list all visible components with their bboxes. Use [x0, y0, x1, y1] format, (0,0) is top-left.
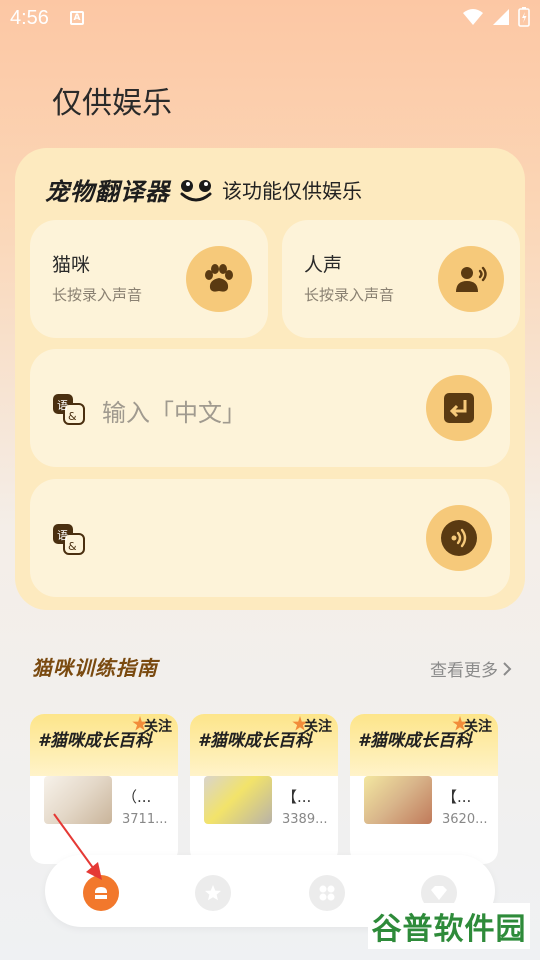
guide-card-header: #猫咪成长百科 关注 — [190, 714, 338, 776]
watermark-text: 谷普软件园 — [371, 912, 527, 947]
cat-record-card[interactable]: 猫咪 长按录入声音 — [30, 220, 268, 338]
video-title: 【... — [442, 788, 472, 806]
svg-text:语: 语 — [57, 529, 68, 542]
guide-card-tag: #猫咪成长百科 — [198, 731, 312, 751]
cat-subtitle: 长按录入声音 — [52, 286, 143, 304]
translator-card: 宠物翻译器 该功能仅供娱乐 猫咪 长按录入声音 人声 长按录入声音 语 & 输入… — [15, 148, 525, 610]
nav-apps[interactable] — [309, 875, 345, 911]
translate-icon: 语 & — [53, 394, 85, 425]
nav-favorites[interactable] — [195, 875, 231, 911]
signal-icon — [493, 9, 509, 25]
speaker-icon — [441, 520, 477, 556]
video-title: （... — [122, 788, 152, 806]
text-input[interactable]: 输入「中文」 — [102, 393, 246, 428]
guide-card-header: #猫咪成长百科 关注 — [350, 714, 498, 776]
status-icons — [462, 7, 530, 27]
video-count: 3620... — [442, 812, 488, 827]
wifi-icon — [463, 9, 483, 25]
battery-icon — [518, 7, 530, 27]
star-icon — [205, 885, 221, 901]
diamond-icon — [431, 886, 447, 900]
cat-record-button[interactable] — [186, 246, 252, 312]
human-subtitle: 长按录入声音 — [304, 286, 395, 304]
video-title: 【... — [282, 788, 312, 806]
guide-card[interactable]: #猫咪成长百科 关注 【... 3389... — [190, 714, 338, 864]
cat-title: 猫咪 — [52, 254, 91, 276]
video-thumbnail — [204, 776, 272, 824]
paw-icon — [205, 264, 233, 292]
page-title: 仅供娱乐 — [52, 87, 172, 120]
enter-button[interactable] — [426, 375, 492, 441]
follow-label: 关注 — [304, 719, 332, 735]
translator-header: 宠物翻译器 该功能仅供娱乐 — [45, 172, 362, 207]
output-row: 语 & — [30, 479, 510, 597]
smile-face-icon — [180, 179, 212, 201]
status-bar: 4:56 A — [0, 0, 540, 36]
annotation-arrow — [53, 813, 102, 880]
follow-label: 关注 — [464, 719, 492, 735]
entertainment-note: 该功能仅供娱乐 — [222, 179, 362, 203]
status-time: 4:56 — [10, 7, 49, 29]
notification-a-icon: A — [70, 11, 84, 25]
translate-output-icon: 语 & — [53, 524, 85, 555]
text-input-row[interactable]: 语 & 输入「中文」 — [30, 349, 510, 467]
enter-icon — [444, 393, 474, 423]
svg-text:&: & — [68, 540, 77, 553]
svg-text:&: & — [68, 410, 77, 423]
view-more-label: 查看更多 — [430, 661, 498, 681]
guide-card-header: #猫咪成长百科 关注 — [30, 714, 178, 776]
home-icon — [95, 887, 107, 899]
play-button[interactable] — [426, 505, 492, 571]
chevron-right-icon — [503, 661, 512, 676]
follow-label: 关注 — [144, 719, 172, 735]
video-count: 3389... — [282, 812, 328, 827]
svg-text:语: 语 — [57, 399, 68, 412]
person-voice-icon — [456, 266, 487, 292]
human-title: 人声 — [304, 254, 343, 276]
guide-card[interactable]: #猫咪成长百科 关注 【... 3620... — [350, 714, 498, 864]
human-record-button[interactable] — [438, 246, 504, 312]
watermark: 谷普软件园 — [368, 903, 530, 949]
translator-brand: 宠物翻译器 — [45, 178, 170, 206]
guide-title: 猫咪训练指南 — [32, 656, 158, 680]
video-count: 3711... — [122, 812, 168, 827]
guide-card-tag: #猫咪成长百科 — [38, 731, 152, 751]
grid-icon — [319, 885, 335, 901]
view-more-link[interactable]: 查看更多 — [430, 656, 512, 681]
human-record-card[interactable]: 人声 长按录入声音 — [282, 220, 520, 338]
guide-card-tag: #猫咪成长百科 — [358, 731, 472, 751]
video-thumbnail — [364, 776, 432, 824]
